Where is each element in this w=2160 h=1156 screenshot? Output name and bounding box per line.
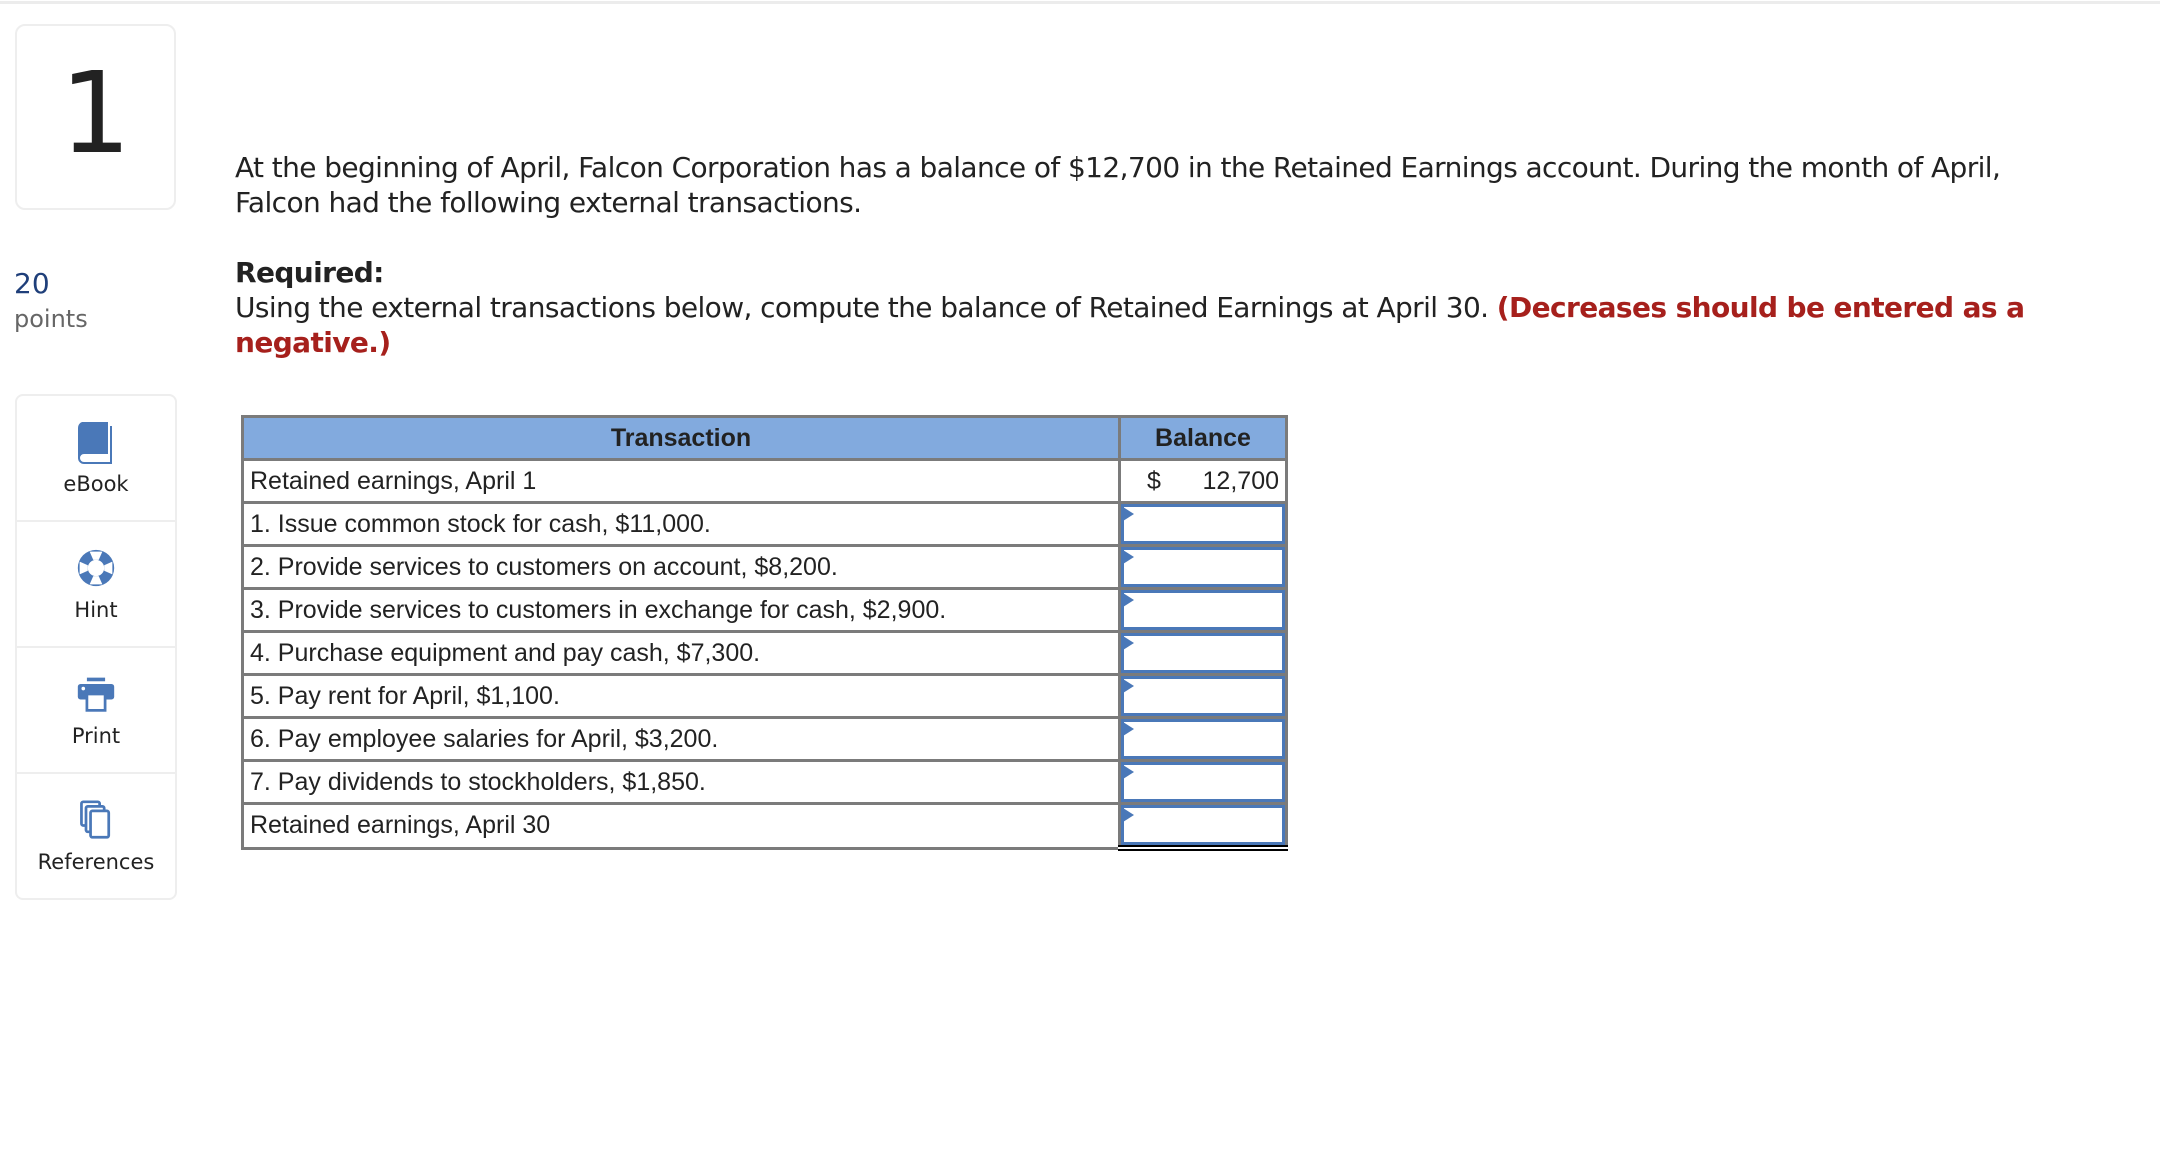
opening-balance-cell: $12,700 [1118, 458, 1288, 504]
balance-input-6[interactable] [1121, 719, 1285, 759]
balance-header: Balance [1118, 415, 1288, 461]
transaction-label: 7. Pay dividends to stockholders, $1,850… [241, 759, 1121, 805]
cell-flag-icon [1123, 593, 1134, 607]
balance-input-4[interactable] [1121, 633, 1285, 673]
cell-flag-icon [1123, 765, 1134, 779]
table-row: 6. Pay employee salaries for April, $3,2… [241, 716, 1288, 762]
cell-flag-icon [1123, 550, 1134, 564]
table-header-row: Transaction Balance [241, 415, 1288, 461]
tools-panel: eBook Hint Print References [15, 394, 177, 900]
balance-input-2[interactable] [1121, 547, 1285, 587]
opening-balance-row: Retained earnings, April 1 $12,700 [241, 458, 1288, 504]
transaction-label: 1. Issue common stock for cash, $11,000. [241, 501, 1121, 547]
question-number: 1 [59, 49, 132, 179]
question-intro: At the beginning of April, Falcon Corpor… [235, 151, 2001, 219]
references-button[interactable]: References [17, 774, 175, 898]
balance-input-3[interactable] [1121, 590, 1285, 630]
cell-flag-icon [1123, 636, 1134, 650]
closing-balance-input[interactable] [1121, 805, 1285, 845]
table-row: 4. Purchase equipment and pay cash, $7,3… [241, 630, 1288, 676]
book-icon [77, 422, 112, 464]
opening-label: Retained earnings, April 1 [241, 458, 1121, 504]
balance-input-7[interactable] [1121, 762, 1285, 802]
table-row: 2. Provide services to customers on acco… [241, 544, 1288, 590]
table-row: 1. Issue common stock for cash, $11,000. [241, 501, 1288, 547]
transaction-label: 2. Provide services to customers on acco… [241, 544, 1121, 590]
table-row: 7. Pay dividends to stockholders, $1,850… [241, 759, 1288, 805]
points-label: points [14, 305, 88, 333]
transaction-label: 3. Provide services to customers in exch… [241, 587, 1121, 633]
question-content: At the beginning of April, Falcon Corpor… [235, 150, 2085, 360]
top-divider [0, 1, 2160, 4]
question-number-card: 1 [15, 24, 176, 210]
ebook-button[interactable]: eBook [17, 396, 175, 522]
cell-flag-icon [1123, 507, 1134, 521]
retained-earnings-table: Transaction Balance Retained earnings, A… [241, 415, 1288, 851]
printer-icon [77, 677, 115, 712]
transaction-label: 5. Pay rent for April, $1,100. [241, 673, 1121, 719]
points-block: 20 points [14, 266, 88, 336]
table-row: 3. Provide services to customers in exch… [241, 587, 1288, 633]
balance-input-1[interactable] [1121, 504, 1285, 544]
opening-balance-value: 12,700 [1202, 466, 1279, 495]
cell-flag-icon [1123, 808, 1134, 822]
hint-button[interactable]: Hint [17, 522, 175, 648]
question-instruction: Using the external transactions below, c… [235, 290, 2085, 360]
closing-label: Retained earnings, April 30 [241, 802, 1121, 850]
closing-balance-row: Retained earnings, April 30 [241, 802, 1288, 851]
transaction-header: Transaction [241, 415, 1121, 461]
print-button[interactable]: Print [17, 648, 175, 774]
currency-symbol: $ [1147, 466, 1161, 495]
cell-flag-icon [1123, 679, 1134, 693]
points-value: 20 [14, 267, 50, 300]
print-label: Print [71, 724, 121, 748]
ebook-label: eBook [63, 472, 129, 496]
transaction-label: 6. Pay employee salaries for April, $3,2… [241, 716, 1121, 762]
hint-label: Hint [74, 598, 118, 622]
instruction-text: Using the external transactions below, c… [235, 291, 1489, 324]
transaction-label: 4. Purchase equipment and pay cash, $7,3… [241, 630, 1121, 676]
table-row: 5. Pay rent for April, $1,100. [241, 673, 1288, 719]
balance-input-5[interactable] [1121, 676, 1285, 716]
required-heading: Required: [235, 256, 384, 289]
cell-flag-icon [1123, 722, 1134, 736]
references-label: References [37, 850, 155, 874]
lifebuoy-icon [77, 549, 115, 587]
documents-icon [80, 800, 111, 839]
